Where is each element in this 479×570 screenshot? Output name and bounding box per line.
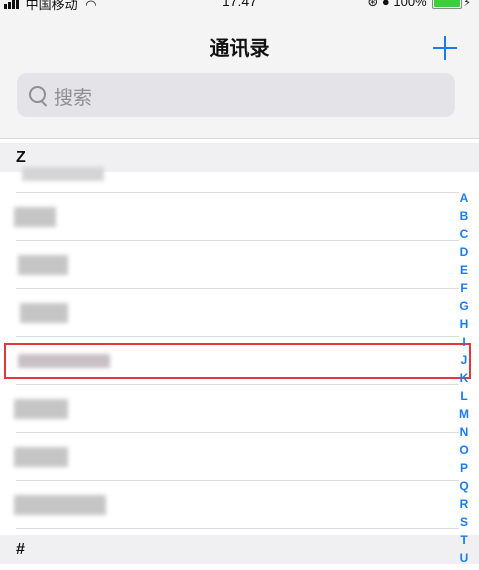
index-letter-s[interactable]: S: [457, 513, 471, 531]
search-bar[interactable]: 搜索: [17, 73, 455, 117]
contact-name-blurred: [22, 167, 104, 181]
contact-row[interactable]: [0, 145, 479, 193]
index-letter-h[interactable]: H: [457, 315, 471, 333]
index-letter-c[interactable]: C: [457, 225, 471, 243]
contact-name-blurred: [18, 255, 68, 275]
page-title: 通讯录: [209, 38, 270, 60]
index-letter-m[interactable]: M: [457, 405, 471, 423]
index-letter-b[interactable]: B: [457, 207, 471, 225]
contact-name-blurred: [14, 207, 56, 227]
contact-name-blurred: [14, 447, 68, 467]
contact-row[interactable]: [0, 385, 479, 433]
alphabet-index[interactable]: ABCDEFGHIJKLMNOPQRSTU: [457, 189, 471, 567]
contact-row[interactable]: [0, 193, 479, 241]
contact-row[interactable]: [0, 289, 479, 337]
contact-row[interactable]: [0, 481, 479, 529]
index-letter-g[interactable]: G: [457, 297, 471, 315]
section-header-hash: #: [0, 535, 479, 564]
search-placeholder: 搜索: [54, 88, 93, 109]
index-letter-f[interactable]: F: [457, 279, 471, 297]
index-letter-k[interactable]: K: [457, 369, 471, 387]
charging-icon: ⚡: [463, 0, 471, 9]
index-letter-r[interactable]: R: [457, 495, 471, 513]
battery-percent: 100%: [393, 0, 427, 9]
index-letter-q[interactable]: Q: [457, 477, 471, 495]
index-letter-l[interactable]: L: [457, 387, 471, 405]
index-letter-a[interactable]: A: [457, 189, 471, 207]
search-icon: [29, 86, 46, 103]
index-letter-j[interactable]: J: [457, 351, 471, 369]
index-letter-i[interactable]: I: [457, 333, 471, 351]
contact-row[interactable]: [0, 433, 479, 481]
plus-icon[interactable]: [433, 36, 457, 60]
index-letter-d[interactable]: D: [457, 243, 471, 261]
alarm-icon: ●: [381, 0, 390, 9]
divider: [16, 528, 459, 529]
contact-name-blurred: [14, 495, 106, 515]
status-right: ⊛ ● 100% ⚡: [367, 0, 471, 10]
battery-icon: [432, 0, 463, 10]
contact-name-blurred: [14, 399, 68, 419]
index-letter-o[interactable]: O: [457, 441, 471, 459]
contact-row[interactable]: [0, 241, 479, 289]
index-letter-p[interactable]: P: [457, 459, 471, 477]
index-letter-e[interactable]: E: [457, 261, 471, 279]
index-letter-t[interactable]: T: [457, 531, 471, 549]
contact-name-blurred: [20, 303, 68, 323]
section-letter: #: [16, 541, 25, 558]
index-letter-u[interactable]: U: [457, 549, 471, 567]
selection-highlight: [4, 343, 471, 379]
rotation-lock-icon: ⊛: [367, 0, 379, 9]
index-letter-n[interactable]: N: [457, 423, 471, 441]
status-bar: 中国移动 ◠ 17:47 ⊛ ● 100% ⚡: [0, 0, 479, 12]
nav-bar: 通讯录: [0, 12, 479, 72]
